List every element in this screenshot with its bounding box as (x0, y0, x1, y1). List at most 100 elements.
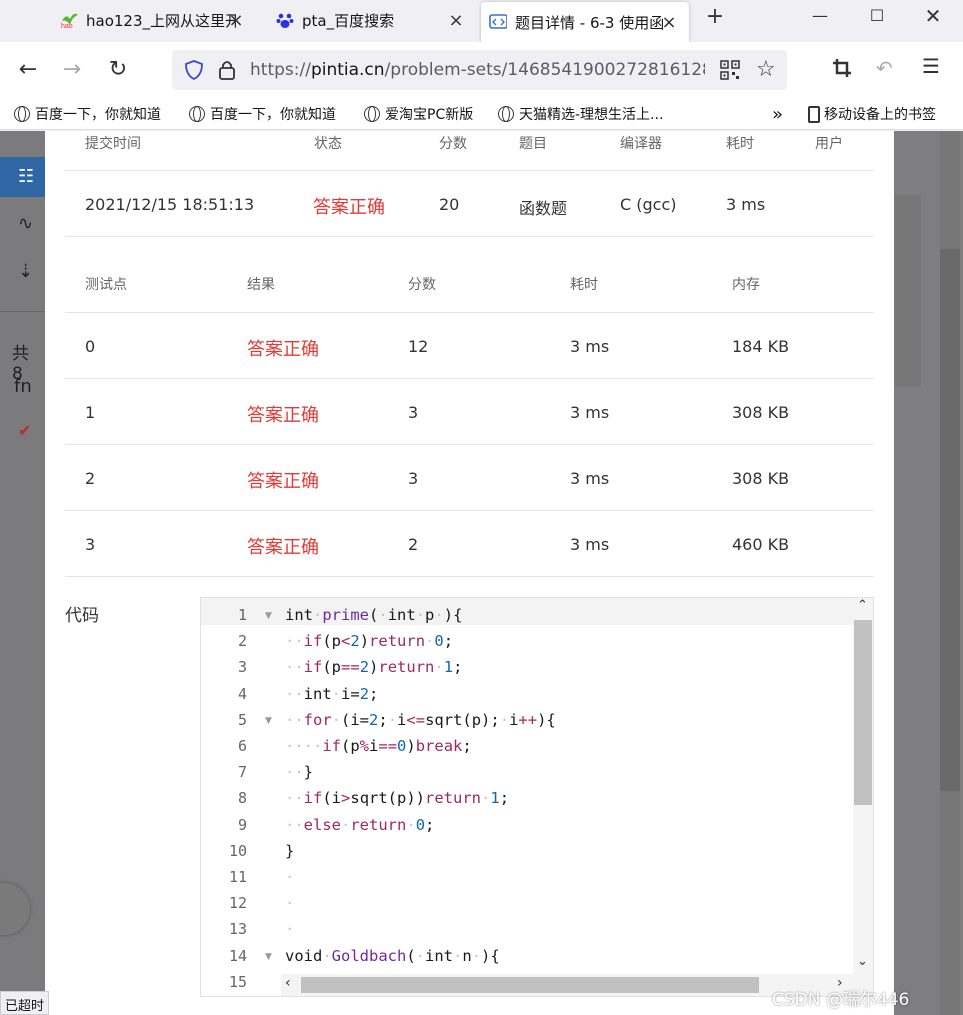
code-horizontal-scrollbar[interactable]: ‹ › (281, 974, 853, 996)
bookmarks-bar: 百度一下，你就知道 百度一下，你就知道 爱淘宝PC新版 天猫精选-理想生活上..… (0, 98, 963, 130)
code-line[interactable]: ··} (285, 763, 313, 781)
sort-icon[interactable]: ⇣ (18, 261, 33, 282)
bookmark-item[interactable]: 爱淘宝PC新版 (364, 104, 473, 124)
globe-icon (14, 106, 30, 122)
code-horizontal-scrollbar-thumb[interactable] (301, 977, 759, 993)
sidebar-active-item[interactable]: ☷ (0, 157, 45, 197)
header-user: 用户 (815, 136, 843, 152)
code-line[interactable]: ··int·i=2; (285, 685, 378, 703)
minimize-icon[interactable]: — (805, 6, 835, 25)
mobile-bookmarks-label: 移动设备上的书签 (824, 107, 936, 123)
submit-status: 答案正确 (313, 197, 385, 218)
line-number: 15 (228, 972, 247, 991)
bookmark-star-icon[interactable]: ☆ (756, 57, 776, 82)
tab-bar: hao hao123_上网从这里开 × pta_百度搜索 × 题目详情 - 6-… (0, 0, 963, 42)
more-bookmarks-icon[interactable]: » (772, 104, 783, 125)
scroll-up-icon[interactable]: ⌃ (857, 598, 868, 613)
fold-arrow-icon[interactable]: ▼ (265, 952, 272, 962)
background-panel (894, 195, 921, 387)
header-compiler: 编译器 (620, 136, 662, 152)
forward-icon[interactable]: → (58, 56, 86, 84)
page-scrollbar[interactable] (940, 131, 960, 1015)
close-icon[interactable]: × (659, 12, 679, 33)
line-number: 6 (237, 737, 247, 755)
line-number: 8 (237, 789, 247, 808)
bookmark-item[interactable]: 百度一下，你就知道 (14, 104, 161, 124)
menu-icon[interactable]: ☰ (922, 54, 940, 78)
code-line[interactable]: ··if(i>sqrt(p))return·1; (285, 789, 509, 807)
header-submit-time: 提交时间 (85, 136, 141, 152)
url-scheme: https:// (250, 60, 311, 80)
scroll-left-icon[interactable]: ‹ (285, 975, 291, 991)
code-line[interactable]: ··else·return·0; (285, 816, 434, 834)
tab-pintia[interactable]: 题目详情 - 6-3 使用函 × (481, 2, 689, 42)
line-number: 10 (228, 841, 247, 860)
url-text[interactable]: https://pintia.cn/problem-sets/146854190… (250, 60, 705, 80)
tab-baidu[interactable]: pta_百度搜索 × (276, 0, 476, 40)
testcase-memory: 308 KB (732, 469, 790, 488)
crop-icon[interactable] (832, 58, 852, 82)
code-line[interactable]: · (285, 920, 294, 938)
testcase-result: 答案正确 (247, 471, 319, 492)
header-result: 结果 (247, 277, 275, 293)
undo-icon[interactable]: ↶ (876, 56, 893, 80)
code-vertical-scrollbar-thumb[interactable] (854, 620, 872, 805)
shield-icon[interactable] (184, 59, 204, 85)
code-line[interactable]: } (285, 842, 294, 860)
check-icon: ✔ (18, 421, 32, 440)
testcase-row: 2 答案正确 3 3 ms 308 KB (65, 445, 874, 511)
mobile-bookmarks[interactable]: 移动设备上的书签 (808, 104, 936, 124)
code-line[interactable]: ····if(p%i==0)break; (285, 737, 472, 755)
code-vertical-scrollbar[interactable]: ⌃ ⌄ (853, 598, 873, 996)
testcase-id: 0 (85, 337, 96, 356)
tab-label: hao123_上网从这里开 (86, 11, 236, 30)
testcase-time: 3 ms (570, 337, 610, 356)
header-testcase: 测试点 (85, 277, 127, 293)
bookmark-label: 天猫精选-理想生活上... (519, 107, 664, 123)
testcase-id: 3 (85, 535, 96, 554)
page-scrollbar-thumb[interactable] (940, 249, 960, 791)
header-score: 分数 (408, 277, 436, 293)
submission-row: 2021/12/15 18:51:13 答案正确 20 函数题 C (gcc) … (65, 171, 874, 237)
globe-icon (189, 106, 205, 122)
code-line[interactable]: · (285, 894, 294, 912)
back-icon[interactable]: ← (14, 56, 42, 84)
code-line[interactable]: void·Goldbach(·int·n·){ (285, 947, 500, 965)
code-editor[interactable]: 1 ▼ int·prime(·int·p·){2 ··if(p<2)return·0;… (200, 597, 874, 997)
testcase-id: 1 (85, 403, 96, 422)
line-number: 14 (228, 946, 247, 965)
testcase-result: 答案正确 (247, 339, 319, 360)
fold-arrow-icon[interactable]: ▼ (265, 611, 272, 621)
url-bar[interactable]: https://pintia.cn/problem-sets/146854190… (172, 50, 787, 90)
reload-icon[interactable]: ↻ (104, 56, 132, 84)
header-memory: 内存 (732, 277, 760, 293)
fold-arrow-icon[interactable]: ▼ (265, 716, 272, 726)
pulse-icon[interactable]: ∿ (18, 213, 33, 234)
code-line[interactable]: int·prime(·int·p·){ (285, 606, 462, 624)
code-line[interactable]: ··for·(i=2;·i<=sqrt(p);·i++){ (285, 711, 556, 729)
lock-icon[interactable] (218, 59, 236, 85)
submit-time: 2021/12/15 18:51:13 (85, 195, 255, 214)
new-tab-button[interactable]: + (700, 4, 730, 29)
code-line[interactable]: ··if(p==2)return·1; (285, 658, 462, 676)
close-icon[interactable]: × (226, 10, 246, 31)
tab-hao123[interactable]: hao hao123_上网从这里开 × (60, 0, 270, 40)
testcase-row: 1 答案正确 3 3 ms 308 KB (65, 379, 874, 445)
line-number: 3 (237, 658, 247, 677)
maximize-icon[interactable]: ☐ (862, 6, 892, 25)
qr-code-icon[interactable] (720, 60, 740, 84)
bookmark-item[interactable]: 天猫精选-理想生活上... (498, 104, 663, 124)
baidu-paw-icon (276, 11, 294, 29)
code-line[interactable]: ··if(p<2)return·0; (285, 632, 453, 650)
scroll-down-icon[interactable]: ⌄ (857, 954, 868, 969)
globe-icon (498, 106, 514, 122)
tab-label: 题目详情 - 6-3 使用函 (515, 13, 665, 32)
bookmark-item[interactable]: 百度一下，你就知道 (189, 104, 336, 124)
svg-text:hao: hao (61, 23, 73, 29)
floating-button[interactable] (0, 883, 30, 935)
list-icon: ☷ (18, 166, 35, 187)
window-close-icon[interactable]: ✕ (918, 4, 948, 28)
code-line[interactable]: · (285, 868, 294, 886)
close-icon[interactable]: × (446, 10, 466, 31)
header-status: 状态 (314, 136, 342, 152)
